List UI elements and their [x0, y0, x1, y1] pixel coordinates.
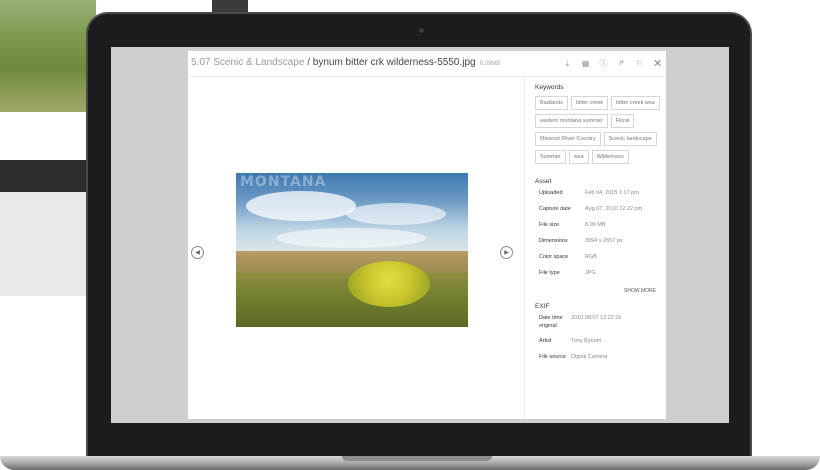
keyword-tag[interactable]: bitter creek	[570, 96, 609, 110]
camera-dot	[419, 28, 424, 33]
asset-label: Uploaded	[539, 190, 563, 196]
photo-flower-bush	[348, 261, 430, 307]
asset-value: 8.09 MB	[585, 222, 606, 228]
exif-row: File source Digital Camera	[535, 354, 666, 362]
header-actions: ⤓ ▦ ⓘ ↱ ⚐ ✕	[563, 57, 663, 70]
asset-value: RGB	[585, 254, 597, 260]
asset-row: File type JPG	[535, 270, 666, 286]
keyword-tag[interactable]: Badlands	[535, 96, 568, 110]
exif-value: Tony Bynum	[571, 338, 602, 345]
asset-label: Color space	[539, 254, 569, 260]
breadcrumb-separator: /	[304, 57, 313, 68]
background-panel	[0, 192, 96, 296]
asset-value: JPG	[585, 270, 596, 276]
exif-row: Artist Tony Bynum	[535, 338, 666, 346]
photo-cloud	[246, 191, 356, 221]
download-icon[interactable]: ⤓	[563, 59, 572, 69]
keyword-tag[interactable]: wsa	[568, 150, 589, 164]
asset-label: Dimensions	[539, 238, 568, 244]
keyword-tag[interactable]: eastern montana summer	[535, 114, 608, 128]
keyword-tag[interactable]: Missouri River Country	[535, 132, 601, 146]
close-icon[interactable]: ✕	[653, 57, 662, 70]
exif-row: Date time original 2010:08:07 12:22:16	[535, 315, 666, 330]
keyword-tags: Badlands bitter creek bitter creek wsa e…	[535, 96, 663, 164]
photo-cloud	[276, 228, 426, 248]
details-sidebar: Keywords Badlands bitter creek bitter cr…	[524, 77, 666, 419]
share-icon[interactable]: ↱	[617, 59, 626, 68]
photo-watermark: MONTANA	[240, 174, 327, 190]
show-more-link[interactable]: SHOW MORE	[535, 288, 666, 294]
exif-title: EXIF	[535, 303, 550, 310]
asset-row: Dimensions 3994 x 2657 px	[535, 238, 666, 254]
asset-title: Asset	[535, 178, 552, 185]
background-tab	[212, 0, 248, 12]
asset-label: File type	[539, 270, 560, 276]
keyword-tag[interactable]: bitter creek wsa	[611, 96, 660, 110]
asset-row: File size 8.09 MB	[535, 222, 666, 238]
tag-icon[interactable]: ⚐	[635, 59, 644, 68]
laptop-screen: 5.07 Scenic & Landscape / bynum bitter c…	[111, 47, 729, 423]
asset-label: File size	[539, 222, 560, 228]
laptop-base-notch	[342, 456, 492, 461]
breadcrumb-filename: bynum bitter crk wilderness-5550.jpg	[312, 57, 476, 68]
previous-image-button[interactable]: ◀	[191, 246, 204, 259]
asset-row: Uploaded Feb 04, 2015 1:17 pm	[535, 190, 666, 206]
background-bar	[0, 160, 100, 192]
keywords-title: Keywords	[535, 84, 564, 91]
grid-icon[interactable]: ▦	[581, 59, 590, 68]
exif-label: Artist	[539, 338, 552, 345]
exif-label: File source	[539, 354, 566, 361]
exif-value: Digital Camera	[571, 354, 608, 361]
background-photo	[0, 0, 96, 112]
asset-row: Capture date Aug 07, 2010 12:22 pm	[535, 206, 666, 222]
asset-value: 3994 x 2657 px	[585, 238, 623, 244]
breadcrumb-folder[interactable]: 5.07 Scenic & Landscape	[191, 57, 304, 68]
exif-value: 2010:08:07 12:22:16	[571, 315, 622, 321]
file-size-badge: 8.09MB	[479, 61, 501, 67]
stage: 5.07 Scenic & Landscape / bynum bitter c…	[0, 0, 820, 470]
laptop-frame: 5.07 Scenic & Landscape / bynum bitter c…	[86, 12, 752, 458]
asset-value: Feb 04, 2015 1:17 pm	[585, 190, 639, 196]
asset-preview-modal: 5.07 Scenic & Landscape / bynum bitter c…	[188, 51, 666, 419]
photo-cloud	[346, 203, 446, 225]
asset-row: Color space RGB	[535, 254, 666, 270]
breadcrumb: 5.07 Scenic & Landscape / bynum bitter c…	[191, 57, 500, 68]
modal-header: 5.07 Scenic & Landscape / bynum bitter c…	[188, 51, 666, 77]
asset-value: Aug 07, 2010 12:22 pm	[585, 206, 643, 212]
next-image-button[interactable]: ▶	[500, 246, 513, 259]
keyword-tag[interactable]: Floral	[610, 114, 635, 128]
keyword-tag[interactable]: Wilderness	[591, 150, 629, 164]
asset-label: Capture date	[539, 206, 571, 212]
info-icon[interactable]: ⓘ	[599, 58, 608, 69]
image-viewer: ◀ MONTANA ▶	[188, 77, 524, 419]
keyword-tag[interactable]: Scenic landscape	[603, 132, 657, 146]
exif-label: Date time original	[539, 315, 563, 329]
preview-image: MONTANA	[236, 173, 468, 327]
keyword-tag[interactable]: Summer	[535, 150, 566, 164]
